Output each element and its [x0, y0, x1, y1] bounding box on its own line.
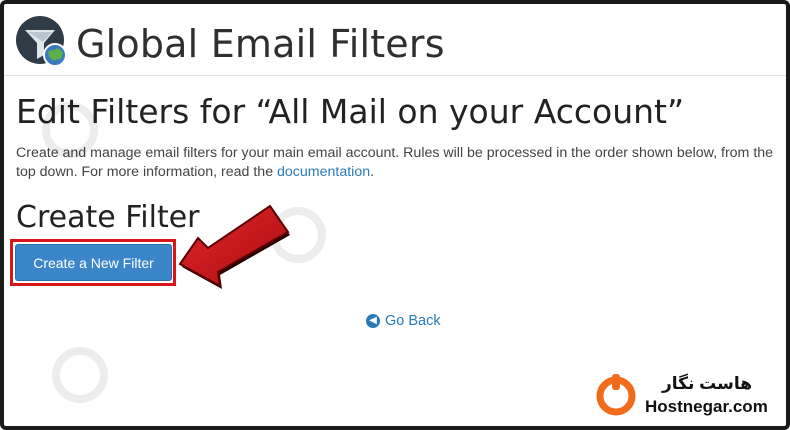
go-back-link[interactable]: ◀ Go Back — [366, 313, 441, 329]
arrow-left-circle-icon: ◀ — [366, 314, 380, 328]
documentation-link[interactable]: documentation — [277, 164, 370, 180]
create-new-filter-button[interactable]: Create a New Filter — [15, 244, 172, 281]
red-arrow-icon — [178, 204, 290, 289]
description: Create and manage email filters for your… — [16, 144, 776, 182]
page-header: Global Email Filters — [4, 4, 786, 76]
watermark-logo — [50, 345, 110, 410]
go-back-label: Go Back — [385, 313, 441, 329]
description-end: . — [370, 164, 375, 180]
section-heading: Edit Filters for “All Mail on your Accou… — [16, 92, 685, 131]
create-filter-heading: Create Filter — [16, 200, 200, 235]
page-title: Global Email Filters — [76, 22, 445, 66]
description-text: Create and manage email filters for your… — [16, 145, 774, 180]
hostnegar-logo-icon — [596, 374, 636, 416]
brand-name: هاست نگار — [662, 374, 753, 393]
brand-domain: Hostnegar.com — [645, 397, 768, 416]
funnel-globe-icon — [16, 16, 67, 67]
watermark-logo — [40, 100, 100, 165]
